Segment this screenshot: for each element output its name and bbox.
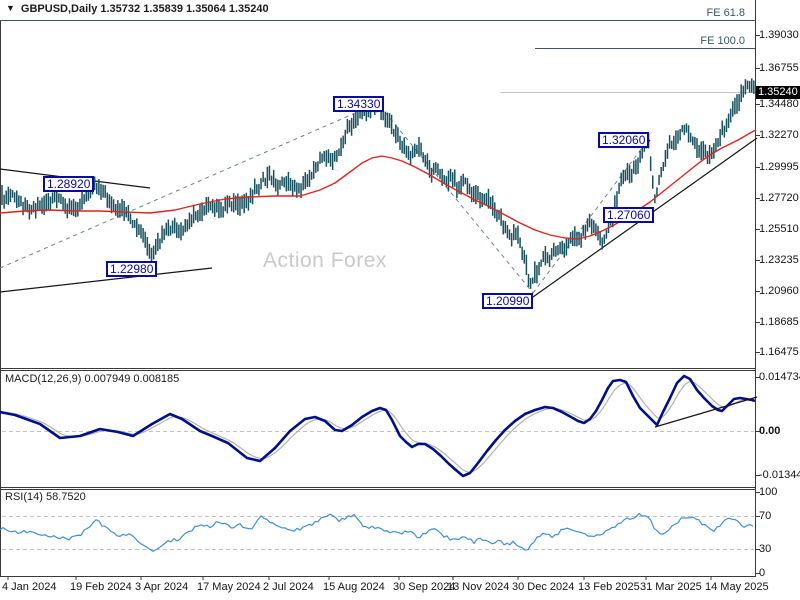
y-axis-label: 1.18685 xyxy=(759,316,799,328)
symbol-ohlc-label: GBPUSD,Daily 1.35732 1.35839 1.35064 1.3… xyxy=(21,3,269,15)
x-axis-label: 15 Aug 2024 xyxy=(323,581,385,593)
y-axis-label: 100 xyxy=(759,486,777,498)
fib-extension-100-label: FE 100.0 xyxy=(700,35,745,47)
x-axis-label: 14 May 2025 xyxy=(705,581,769,593)
y-axis-label: 0 xyxy=(759,567,765,579)
rsi-indicator-label: RSI(14) 58.7520 xyxy=(5,491,86,503)
collapse-icon[interactable]: ▼ xyxy=(6,3,15,13)
price-annotation[interactable]: 1.34330 xyxy=(333,96,384,112)
x-axis-label: 19 Feb 2024 xyxy=(70,581,132,593)
y-axis-label: 1.39030 xyxy=(759,29,799,41)
y-axis-label: 0.014734 xyxy=(759,371,800,383)
price-annotation[interactable]: 1.20990 xyxy=(482,293,533,309)
fib-extension-61-label: FE 61.8 xyxy=(706,7,745,19)
y-axis-label: 0.00 xyxy=(759,425,780,437)
x-axis-label: 4 Jan 2024 xyxy=(2,581,56,593)
chart-window: Action Forex ▼GBPUSD,Daily 1.35732 1.358… xyxy=(0,0,800,600)
y-axis-label: 1.23235 xyxy=(759,254,799,266)
y-axis-label: 30 xyxy=(759,543,771,555)
y-axis-label: -0.013442 xyxy=(759,469,800,481)
price-annotation[interactable]: 1.22980 xyxy=(106,261,157,277)
macd-indicator-label: MACD(12,26,9) 0.007949 0.008185 xyxy=(5,373,179,385)
y-axis-label: 1.20960 xyxy=(759,285,799,297)
x-axis-label: 2 Jul 2024 xyxy=(263,581,314,593)
x-axis-label: 13 Nov 2024 xyxy=(447,581,509,593)
x-axis-label: 30 Dec 2024 xyxy=(512,581,574,593)
x-axis-label: 13 Feb 2025 xyxy=(578,581,640,593)
x-axis-label: 31 Mar 2025 xyxy=(640,581,702,593)
y-axis-label: 1.29995 xyxy=(759,161,799,173)
y-axis-label: 1.32270 xyxy=(759,129,799,141)
y-axis-label: 1.34480 xyxy=(759,98,799,110)
y-axis-label: 1.16475 xyxy=(759,346,799,358)
price-annotation[interactable]: 1.32060 xyxy=(598,132,649,148)
chart-title-bar: ▼ GBPUSD,Daily 1.35732 1.35839 1.35064 1.… xyxy=(6,3,269,15)
x-axis-label: 17 May 2024 xyxy=(197,581,261,593)
x-axis-label: 3 Apr 2024 xyxy=(135,581,188,593)
price-annotation[interactable]: 1.27060 xyxy=(603,207,654,223)
chart-canvas[interactable] xyxy=(0,0,800,600)
y-axis-label: 1.27720 xyxy=(759,192,799,204)
y-axis-label: 70 xyxy=(759,510,771,522)
price-annotation[interactable]: 1.28920 xyxy=(43,176,94,192)
y-axis-label: 1.36755 xyxy=(759,62,799,74)
y-axis-label: 1.25510 xyxy=(759,223,799,235)
